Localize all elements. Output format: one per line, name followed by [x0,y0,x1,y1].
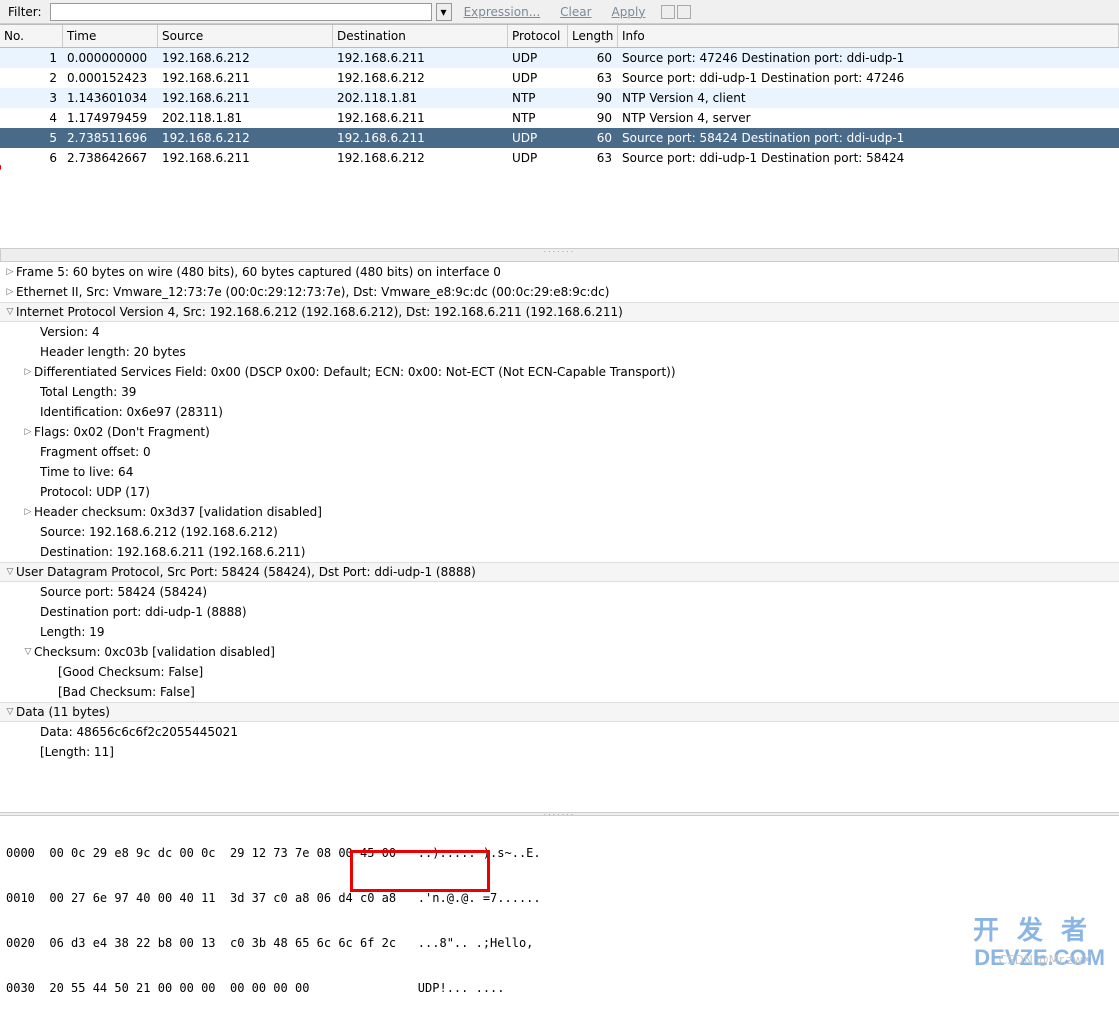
tree-udp-dport[interactable]: Destination port: ddi-udp-1 (8888) [0,602,1119,622]
details-empty [0,762,1119,812]
tree-ip-hlen[interactable]: Header length: 20 bytes [0,342,1119,362]
tree-udp-chk[interactable]: ▽Checksum: 0xc03b [validation disabled] [0,642,1119,662]
tree-ip-flags[interactable]: ▷Flags: 0x02 (Don't Fragment) [0,422,1119,442]
packet-list-pane: No. Time Source Destination Protocol Len… [0,24,1119,262]
tree-udp-good[interactable]: [Good Checksum: False] [0,662,1119,682]
col-header-destination[interactable]: Destination [333,25,508,47]
watermark-cn: 开发者 [973,910,1105,947]
col-header-info[interactable]: Info [618,25,1119,47]
bytes-row[interactable]: 0000 00 0c 29 e8 9c dc 00 0c 29 12 73 7e… [6,846,1113,863]
tree-data-len[interactable]: [Length: 11] [0,742,1119,762]
expand-icon[interactable]: ▷ [22,427,34,437]
collapse-icon[interactable]: ▽ [4,707,16,717]
bytes-highlight-box [350,850,490,892]
col-header-time[interactable]: Time [63,25,158,47]
packet-list-empty [0,168,1119,248]
collapse-icon[interactable]: ▽ [22,647,34,657]
packet-details-pane[interactable]: ▷Frame 5: 60 bytes on wire (480 bits), 6… [0,262,1119,812]
tree-ip-id[interactable]: Identification: 0x6e97 (28311) [0,402,1119,422]
tree-ip-src[interactable]: Source: 192.168.6.212 (192.168.6.212) [0,522,1119,542]
filter-input[interactable] [50,3,432,21]
collapse-icon[interactable]: ▽ [4,307,16,317]
packet-row[interactable]: 31.143601034192.168.6.211202.118.1.81NTP… [0,88,1119,108]
col-header-source[interactable]: Source [158,25,333,47]
clear-button[interactable]: Clear [552,5,599,19]
bytes-row[interactable]: 0010 00 27 6e 97 40 00 40 11 3d 37 c0 a8… [6,891,1113,908]
tree-udp-sport[interactable]: Source port: 58424 (58424) [0,582,1119,602]
tree-udp-bad[interactable]: [Bad Checksum: False] [0,682,1119,702]
expand-icon[interactable]: ▷ [22,367,34,377]
packet-row[interactable]: 41.174979459202.118.1.81192.168.6.211NTP… [0,108,1119,128]
tree-udp[interactable]: ▽User Datagram Protocol, Src Port: 58424… [0,562,1119,582]
packet-list-header: No. Time Source Destination Protocol Len… [0,24,1119,48]
tree-ip-proto[interactable]: Protocol: UDP (17) [0,482,1119,502]
filter-label: Filter: [4,5,46,19]
packet-rows[interactable]: 10.000000000192.168.6.212192.168.6.211UD… [0,48,1119,168]
tree-ip-version[interactable]: Version: 4 [0,322,1119,342]
tree-ethernet[interactable]: ▷Ethernet II, Src: Vmware_12:73:7e (00:0… [0,282,1119,302]
toolbar-icon-2[interactable] [677,5,691,19]
col-header-no[interactable]: No. [0,25,63,47]
tree-ip-frag[interactable]: Fragment offset: 0 [0,442,1119,462]
packet-row[interactable]: 10.000000000192.168.6.212192.168.6.211UD… [0,48,1119,68]
packet-row[interactable]: 62.738642667192.168.6.211192.168.6.212UD… [0,148,1119,168]
expand-icon[interactable]: ▷ [22,507,34,517]
toolbar-icon-1[interactable] [661,5,675,19]
collapse-icon[interactable]: ▽ [4,567,16,577]
bytes-row[interactable]: 0020 06 d3 e4 38 22 b8 00 13 c0 3b 48 65… [6,936,1113,953]
tree-ip[interactable]: ▽Internet Protocol Version 4, Src: 192.1… [0,302,1119,322]
col-header-protocol[interactable]: Protocol [508,25,568,47]
col-header-length[interactable]: Length [568,25,618,47]
filter-dropdown-button[interactable]: ▾ [436,3,452,21]
expand-icon[interactable]: ▷ [4,267,16,277]
packet-row[interactable]: 52.738511696192.168.6.212192.168.6.211UD… [0,128,1119,148]
tree-udp-len[interactable]: Length: 19 [0,622,1119,642]
expression-button[interactable]: Expression... [456,5,549,19]
expand-icon[interactable]: ▷ [4,287,16,297]
tree-ip-tlen[interactable]: Total Length: 39 [0,382,1119,402]
tree-data[interactable]: ▽Data (11 bytes) [0,702,1119,722]
tree-data-hex[interactable]: Data: 48656c6c6f2c2055445021 [0,722,1119,742]
tree-ip-chk[interactable]: ▷Header checksum: 0x3d37 [validation dis… [0,502,1119,522]
tree-ip-dst[interactable]: Destination: 192.168.6.211 (192.168.6.21… [0,542,1119,562]
filter-toolbar: Filter: ▾ Expression... Clear Apply [0,0,1119,24]
chevron-down-icon: ▾ [441,5,447,19]
packet-row[interactable]: 20.000152423192.168.6.211192.168.6.212UD… [0,68,1119,88]
left-cut-edge [0,140,4,180]
tree-frame[interactable]: ▷Frame 5: 60 bytes on wire (480 bits), 6… [0,262,1119,282]
apply-button[interactable]: Apply [604,5,654,19]
tree-ip-dsf[interactable]: ▷Differentiated Services Field: 0x00 (DS… [0,362,1119,382]
toolbar-icons [661,5,691,19]
watermark-csdn: CSDN @Mr.zwX [999,953,1091,967]
bytes-row[interactable]: 0030 20 55 44 50 21 00 00 00 00 00 00 00… [6,981,1113,998]
packet-bytes-pane[interactable]: 0000 00 0c 29 e8 9c dc 00 0c 29 12 73 7e… [0,816,1119,1028]
packet-list-hscroll[interactable]: ....... [0,248,1119,262]
tree-ip-ttl[interactable]: Time to live: 64 [0,462,1119,482]
